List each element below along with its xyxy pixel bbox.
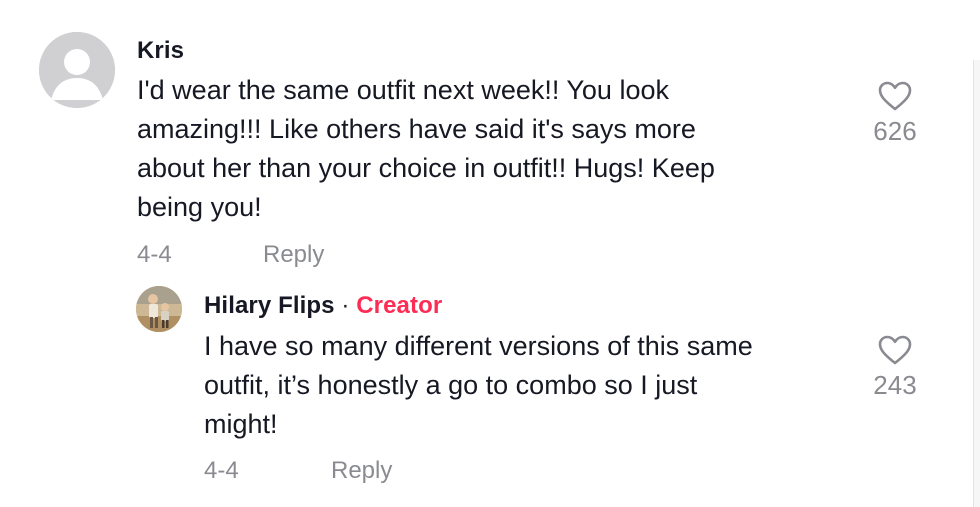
- comment-text-line: might!: [204, 409, 278, 439]
- comment-username[interactable]: Hilary Flips: [204, 292, 335, 319]
- like-control: 243: [860, 334, 930, 401]
- creator-badge: Creator: [356, 292, 443, 319]
- comment-date: 4-4: [137, 241, 172, 268]
- comment-text-line: I'd wear the same outfit next week!! You…: [137, 75, 669, 105]
- heart-outline-icon[interactable]: [877, 80, 913, 112]
- like-count: 626: [873, 116, 917, 146]
- scrollbar[interactable]: [973, 60, 980, 507]
- reply-button[interactable]: Reply: [263, 241, 324, 269]
- default-user-avatar-icon[interactable]: [39, 32, 115, 108]
- reply-button[interactable]: Reply: [331, 457, 392, 485]
- heart-outline-icon[interactable]: [877, 334, 913, 366]
- comment-text: I have so many different versions of thi…: [204, 327, 844, 444]
- comment-text: I'd wear the same outfit next week!! You…: [137, 71, 837, 227]
- comment-username[interactable]: Kris: [137, 37, 184, 65]
- separator-dot: ·: [341, 292, 350, 319]
- like-count: 243: [873, 370, 917, 400]
- comments-panel: Kris I'd wear the same outfit next week!…: [0, 0, 980, 507]
- comment-username-line: Hilary Flips · Creator: [204, 292, 442, 320]
- comment-text-line: outfit, it’s honestly a go to combo so I…: [204, 370, 698, 400]
- comment-date: 4-4: [204, 457, 239, 484]
- comment-text-line: being you!: [137, 192, 262, 222]
- comment-text-line: about her than your choice in outfit!! H…: [137, 153, 715, 183]
- user-photo-avatar[interactable]: [136, 286, 182, 332]
- comment-text-line: I have so many different versions of thi…: [204, 331, 753, 361]
- comment-text-line: amazing!!! Like others have said it's sa…: [137, 114, 696, 144]
- like-control: 626: [860, 80, 930, 147]
